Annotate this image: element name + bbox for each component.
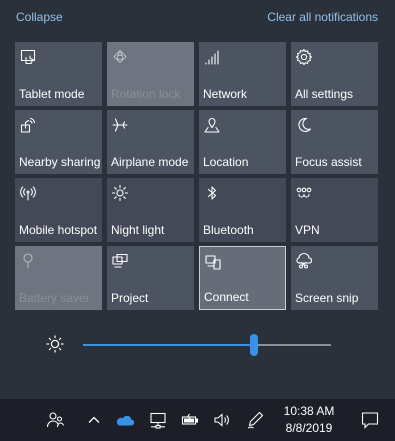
collapse-link[interactable]: Collapse: [16, 10, 63, 24]
connect-icon: [204, 253, 222, 271]
nearby-sharing-icon: [19, 116, 37, 134]
volume-icon[interactable]: [212, 410, 232, 430]
moon-icon: [295, 116, 313, 134]
tile-battery-saver[interactable]: Battery saver: [15, 246, 102, 310]
tile-label: VPN: [295, 223, 320, 237]
bluetooth-icon: [203, 184, 221, 202]
tile-rotation-lock[interactable]: Rotation lock: [107, 42, 194, 106]
clock-date: 8/8/2019: [285, 421, 333, 435]
tile-airplane-mode[interactable]: Airplane mode: [107, 110, 194, 174]
screen-snip-icon: [295, 252, 313, 270]
hotspot-icon: [19, 184, 37, 202]
tile-label: Mobile hotspot: [19, 223, 98, 237]
quick-actions-grid: Tablet mode Rotation lock Network All setti…: [15, 42, 380, 312]
tile-label: Night light: [111, 223, 165, 237]
taskbar-clock[interactable]: 10:38 AM 8/8/2019: [280, 403, 338, 437]
tile-nearby-sharing[interactable]: Nearby sharing: [15, 110, 102, 174]
tile-mobile-hotspot[interactable]: Mobile hotspot: [15, 178, 102, 242]
tile-screen-snip[interactable]: Screen snip: [291, 246, 378, 310]
clear-all-notifications-link[interactable]: Clear all notifications: [267, 10, 378, 24]
tile-vpn[interactable]: VPN: [291, 178, 378, 242]
tile-focus-assist[interactable]: Focus assist: [291, 110, 378, 174]
tile-label: Battery saver: [19, 291, 90, 305]
people-icon[interactable]: [45, 410, 65, 430]
tile-label: Project: [111, 291, 149, 305]
airplane-icon: [111, 116, 129, 134]
action-center-header: Collapse Clear all notifications: [0, 0, 395, 34]
tile-project[interactable]: Project: [107, 246, 194, 310]
action-center-icon[interactable]: [345, 399, 395, 441]
pen-icon[interactable]: [245, 410, 265, 430]
gear-icon: [295, 48, 313, 66]
clock-time: 10:38 AM: [283, 404, 335, 418]
battery-icon[interactable]: [180, 410, 200, 430]
tile-connect[interactable]: Connect: [199, 246, 286, 310]
sun-icon: [111, 184, 129, 202]
brightness-slider-fill: [83, 344, 255, 346]
tile-label: Nearby sharing: [19, 155, 101, 169]
vpn-icon: [295, 184, 313, 202]
tile-label: Location: [203, 155, 249, 169]
taskbar: 10:38 AM 8/8/2019: [0, 399, 395, 441]
tile-tablet-mode[interactable]: Tablet mode: [15, 42, 102, 106]
tile-night-light[interactable]: Night light: [107, 178, 194, 242]
tile-label: Connect: [204, 290, 249, 304]
tile-label: Airplane mode: [111, 155, 189, 169]
tile-label: All settings: [295, 87, 354, 101]
battery-saver-icon: [19, 252, 37, 270]
network-icon: [203, 48, 221, 66]
action-center: Collapse Clear all notifications Tablet …: [0, 0, 395, 441]
tile-label: Bluetooth: [203, 223, 254, 237]
tablet-icon: [19, 48, 37, 66]
tile-network[interactable]: Network: [199, 42, 286, 106]
tile-all-settings[interactable]: All settings: [291, 42, 378, 106]
tile-bluetooth[interactable]: Bluetooth: [199, 178, 286, 242]
chevron-up-icon[interactable]: [84, 410, 104, 430]
tile-label: Rotation lock: [111, 87, 181, 101]
tile-label: Focus assist: [295, 155, 362, 169]
onedrive-icon[interactable]: [115, 410, 135, 430]
brightness-control: [0, 330, 395, 360]
project-icon: [111, 252, 129, 270]
brightness-sun-icon: [45, 334, 65, 354]
brightness-slider-thumb[interactable]: [250, 334, 259, 356]
network-wired-icon[interactable]: [148, 410, 168, 430]
location-icon: [203, 116, 221, 134]
tile-label: Screen snip: [295, 291, 359, 305]
tile-label: Network: [203, 87, 248, 101]
tile-label: Tablet mode: [19, 87, 85, 101]
rotation-lock-icon: [111, 48, 129, 66]
brightness-slider-track[interactable]: [83, 334, 331, 356]
tile-location[interactable]: Location: [199, 110, 286, 174]
